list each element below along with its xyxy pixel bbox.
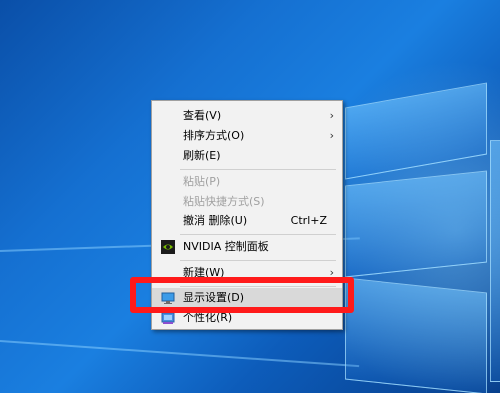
chevron-right-icon: ›: [329, 129, 334, 142]
menu-item-label: 撤消 删除(U): [183, 214, 248, 227]
menu-item-undo-delete[interactable]: 撤消 删除(U) Ctrl+Z: [152, 211, 342, 231]
wallpaper-window-pane: [345, 277, 487, 393]
red-annotation-box: [130, 277, 354, 313]
menu-item-nvidia-control-panel[interactable]: NVIDIA 控制面板: [152, 237, 342, 257]
menu-item-view[interactable]: 查看(V) ›: [152, 106, 342, 126]
menu-item-refresh[interactable]: 刷新(E): [152, 146, 342, 166]
menu-item-paste-shortcut: 粘贴快捷方式(S): [152, 192, 342, 212]
personalize-icon: [161, 311, 175, 325]
menu-item-label: 查看(V): [183, 109, 222, 122]
chevron-right-icon: ›: [329, 109, 334, 122]
menu-item-paste: 粘贴(P): [152, 172, 342, 192]
menu-separator: [180, 260, 336, 261]
wallpaper-window-pane: [490, 140, 500, 382]
menu-item-sort-by[interactable]: 排序方式(O) ›: [152, 126, 342, 146]
menu-item-label: 刷新(E): [183, 149, 221, 162]
menu-separator: [180, 234, 336, 235]
menu-separator: [180, 169, 336, 170]
menu-item-label: 粘贴(P): [183, 175, 221, 188]
nvidia-icon: [161, 240, 175, 254]
menu-item-label: 粘贴快捷方式(S): [183, 195, 265, 208]
wallpaper-window-pane: [345, 170, 487, 278]
menu-item-shortcut: Ctrl+Z: [290, 214, 327, 227]
menu-item-label: NVIDIA 控制面板: [183, 240, 269, 253]
menu-item-label: 排序方式(O): [183, 129, 245, 142]
